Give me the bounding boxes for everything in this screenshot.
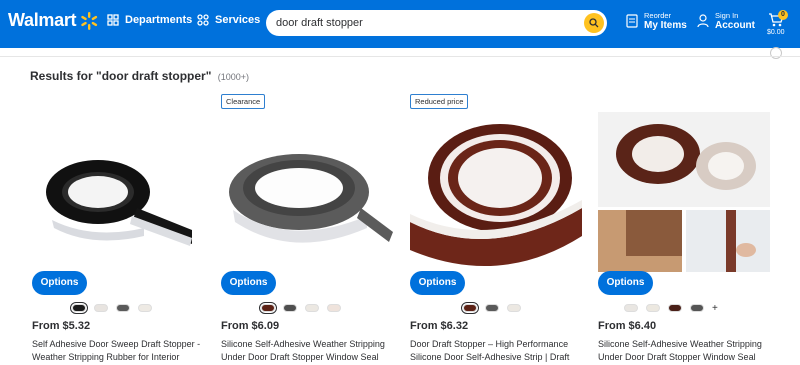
- product-title[interactable]: Silicone Self-Adhesive Weather Stripping…: [221, 338, 399, 364]
- cart-count-badge: 0: [778, 10, 788, 20]
- product-title[interactable]: Silicone Self-Adhesive Weather Stripping…: [598, 338, 776, 364]
- results-count: (1000+): [217, 72, 250, 82]
- swatch-2[interactable]: [668, 304, 682, 312]
- reduced-price-badge: Reduced price: [410, 94, 469, 109]
- top-header: Walmart Departments Services door draft …: [0, 0, 800, 48]
- swatch-1[interactable]: [646, 304, 660, 312]
- product-card[interactable]: Options + From $6.40 Silicone Self-Adhes…: [598, 94, 773, 365]
- reorder-label: Reorder: [644, 11, 672, 20]
- services-button[interactable]: Services: [197, 14, 260, 26]
- departments-label: Departments: [125, 14, 193, 26]
- product-price: From $6.09: [221, 320, 280, 332]
- color-swatches: [70, 302, 152, 314]
- account-label: Account: [715, 20, 755, 31]
- search-input[interactable]: door draft stopper: [276, 17, 363, 29]
- swatch-3[interactable]: [327, 304, 341, 312]
- product-price: From $5.32: [32, 320, 91, 332]
- color-swatches: [259, 302, 341, 314]
- scroll-indicator[interactable]: [770, 47, 782, 59]
- product-image-collage[interactable]: [598, 112, 770, 272]
- swatch-0[interactable]: [624, 304, 638, 312]
- options-button[interactable]: Options: [221, 271, 276, 295]
- product-price: From $6.40: [598, 320, 657, 332]
- spark-icon: [81, 11, 98, 30]
- swatch-0[interactable]: [461, 302, 479, 314]
- departments-button[interactable]: Departments: [107, 14, 192, 26]
- user-icon: [697, 14, 709, 28]
- swatch-2[interactable]: [305, 304, 319, 312]
- services-label: Services: [215, 14, 261, 26]
- swatch-1[interactable]: [283, 304, 297, 312]
- my-items-label: My Items: [644, 20, 687, 31]
- cart-total: $0.00: [767, 29, 785, 36]
- swatch-2[interactable]: [507, 304, 521, 312]
- search-bar[interactable]: door draft stopper: [266, 10, 607, 36]
- swatch-0[interactable]: [259, 302, 277, 314]
- swatch-2[interactable]: [116, 304, 130, 312]
- options-button[interactable]: Options: [32, 271, 87, 295]
- more-swatches-indicator[interactable]: +: [712, 303, 718, 314]
- swatch-1[interactable]: [485, 304, 499, 312]
- swatch-0[interactable]: [70, 302, 88, 314]
- product-image-black-sweep[interactable]: [32, 112, 204, 272]
- reorder-icon: [626, 14, 638, 28]
- search-icon: [589, 18, 599, 28]
- product-title[interactable]: Self Adhesive Door Sweep Draft Stopper -…: [32, 338, 210, 364]
- divider: [0, 56, 800, 57]
- clearance-badge: Clearance: [221, 94, 266, 109]
- services-grid-icon: [197, 14, 209, 26]
- product-card[interactable]: Options From $5.32 Self Adhesive Door Sw…: [32, 94, 207, 365]
- results-label: Results for "door draft stopper": [30, 69, 212, 83]
- options-button[interactable]: Options: [598, 271, 653, 295]
- sign-in-label: Sign In: [715, 11, 739, 20]
- product-card[interactable]: Clearance Options From $6.09 Silicone Se…: [221, 94, 396, 365]
- search-button[interactable]: [584, 13, 604, 33]
- swatch-1[interactable]: [94, 304, 108, 312]
- reorder-my-items[interactable]: Reorder My Items: [626, 11, 687, 31]
- product-image-brown-roll[interactable]: [410, 112, 582, 272]
- options-button[interactable]: Options: [410, 271, 465, 295]
- color-swatches: [461, 302, 521, 314]
- product-image-gray-strip[interactable]: [221, 112, 393, 272]
- color-swatches: +: [624, 302, 718, 314]
- swatch-3[interactable]: [138, 304, 152, 312]
- results-heading: Results for "door draft stopper" (1000+): [30, 69, 249, 83]
- grid-icon: [107, 14, 119, 26]
- account-menu[interactable]: Sign In Account: [697, 11, 755, 31]
- product-price: From $6.32: [410, 320, 469, 332]
- cart-button[interactable]: 0 $0.00: [765, 10, 795, 40]
- product-card[interactable]: Reduced price Options From $6.32 Door Dr…: [410, 94, 585, 365]
- swatch-3[interactable]: [690, 304, 704, 312]
- logo-text: Walmart: [8, 10, 77, 30]
- walmart-logo[interactable]: Walmart: [8, 10, 99, 31]
- product-title[interactable]: Door Draft Stopper – High Performance Si…: [410, 338, 588, 364]
